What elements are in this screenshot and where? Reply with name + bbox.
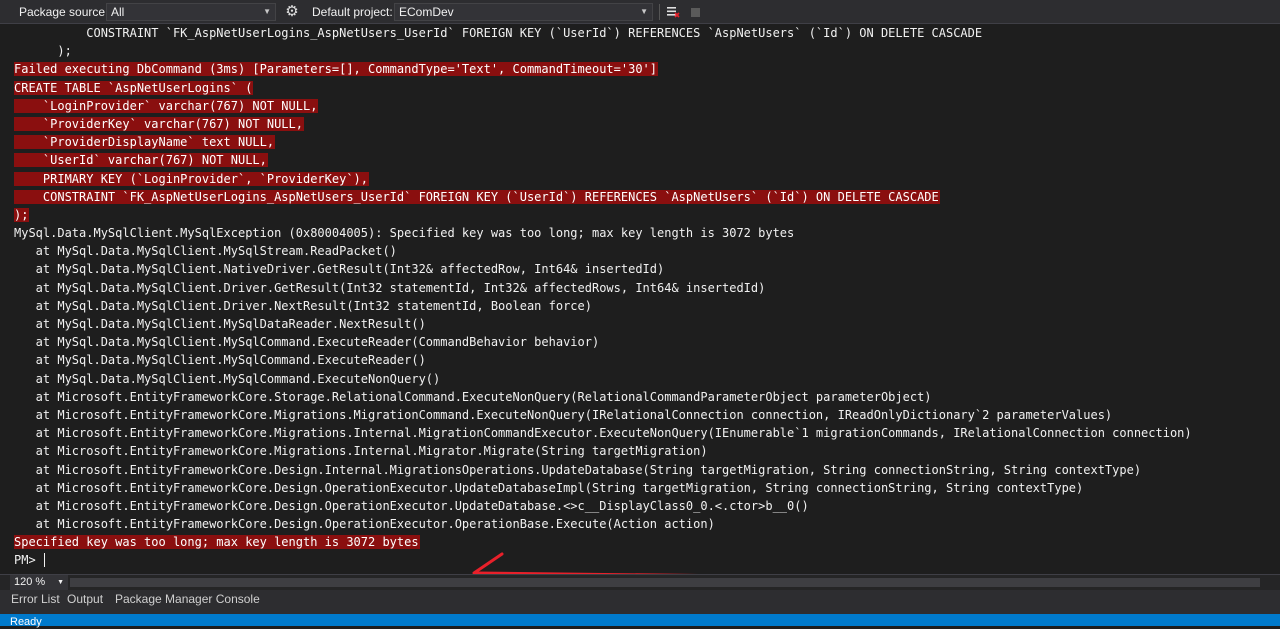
tab-package-manager-console[interactable]: Package Manager Console [115, 592, 260, 606]
error-text: CONSTRAINT `FK_AspNetUserLogins_AspNetUs… [14, 189, 940, 204]
console-text: at MySql.Data.MySqlClient.MySqlCommand.E… [14, 353, 426, 368]
package-source-label: Package source: [19, 5, 109, 19]
console-line: at MySql.Data.MySqlClient.MySqlStream.Re… [14, 242, 1266, 260]
console-line: at Microsoft.EntityFrameworkCore.Design.… [14, 515, 1266, 533]
console-text: at MySql.Data.MySqlClient.NativeDriver.G… [14, 262, 665, 277]
console-line: CREATE TABLE `AspNetUserLogins` ( [14, 79, 1266, 97]
console-line: CONSTRAINT `FK_AspNetUserLogins_AspNetUs… [14, 24, 1266, 42]
tab-output[interactable]: Output [67, 592, 103, 606]
stop-icon[interactable] [688, 2, 702, 22]
console-output[interactable]: CONSTRAINT `FK_AspNetUserLogins_AspNetUs… [0, 24, 1280, 594]
status-text: Ready [10, 616, 42, 628]
console-line: CONSTRAINT `FK_AspNetUserLogins_AspNetUs… [14, 188, 1266, 206]
tab-error-list[interactable]: Error List [11, 592, 60, 606]
console-text: at MySql.Data.MySqlClient.MySqlCommand.E… [14, 371, 441, 386]
console-line: at Microsoft.EntityFrameworkCore.Design.… [14, 497, 1266, 515]
zoom-dropdown[interactable]: 120 % ▼ [10, 575, 68, 590]
console-text: at MySql.Data.MySqlClient.Driver.GetResu… [14, 280, 766, 295]
package-source-value: All [111, 5, 125, 19]
status-bar: Ready [0, 614, 1280, 628]
console-line: at Microsoft.EntityFrameworkCore.Migrati… [14, 442, 1266, 460]
console-line: at MySql.Data.MySqlClient.MySqlCommand.E… [14, 370, 1266, 388]
console-text: at MySql.Data.MySqlClient.Driver.NextRes… [14, 298, 592, 313]
console-text: at Microsoft.EntityFrameworkCore.Migrati… [14, 407, 1113, 422]
console-text: at Microsoft.EntityFrameworkCore.Design.… [14, 517, 715, 532]
console-text: MySql.Data.MySqlClient.MySqlException (0… [14, 226, 795, 241]
console-text: at Microsoft.EntityFrameworkCore.Migrati… [14, 426, 1192, 441]
console-gutter [0, 24, 9, 574]
console-line: `ProviderDisplayName` text NULL, [14, 133, 1266, 151]
default-project-dropdown[interactable]: EComDev ▼ [394, 3, 653, 21]
console-line: Specified key was too long; max key leng… [14, 533, 1266, 551]
console-line: Failed executing DbCommand (3ms) [Parame… [14, 60, 1266, 78]
toolbar-separator [659, 4, 660, 20]
error-text: Specified key was too long; max key leng… [14, 535, 420, 550]
console-line: MySql.Data.MySqlClient.MySqlException (0… [14, 224, 1266, 242]
error-text: Failed executing DbCommand (3ms) [Parame… [14, 62, 658, 77]
error-text: CREATE TABLE `AspNetUserLogins` ( [14, 80, 254, 95]
console-text: ); [14, 44, 72, 59]
clear-console-icon[interactable] [664, 2, 682, 22]
chevron-down-icon: ▼ [640, 7, 648, 16]
error-text: `UserId` varchar(767) NOT NULL, [14, 153, 268, 168]
console-text: at Microsoft.EntityFrameworkCore.Migrati… [14, 444, 708, 459]
console-text: at MySql.Data.MySqlClient.MySqlCommand.E… [14, 335, 600, 350]
console-line: at MySql.Data.MySqlClient.NativeDriver.G… [14, 260, 1266, 278]
console-line: at Microsoft.EntityFrameworkCore.Migrati… [14, 406, 1266, 424]
error-text: `ProviderDisplayName` text NULL, [14, 135, 276, 150]
error-text: PRIMARY KEY (`LoginProvider`, `ProviderK… [14, 171, 370, 186]
console-text: at MySql.Data.MySqlClient.MySqlDataReade… [14, 317, 426, 331]
gear-icon[interactable]: ⚙ [283, 2, 301, 22]
default-project-value: EComDev [399, 5, 454, 19]
bottom-tool-tabs: Error List Output Package Manager Consol… [0, 590, 1280, 614]
console-text: at Microsoft.EntityFrameworkCore.Design.… [14, 498, 809, 513]
horizontal-scrollbar[interactable] [70, 578, 1260, 587]
console-text: CONSTRAINT `FK_AspNetUserLogins_AspNetUs… [14, 26, 983, 40]
console-line: at Microsoft.EntityFrameworkCore.Design.… [14, 461, 1266, 479]
console-line: at Microsoft.EntityFrameworkCore.Storage… [14, 388, 1266, 406]
chevron-down-icon: ▼ [263, 7, 271, 16]
chevron-down-icon: ▼ [57, 579, 64, 586]
zoom-value: 120 % [14, 576, 46, 588]
console-text: at Microsoft.EntityFrameworkCore.Design.… [14, 462, 1142, 477]
error-text: ); [14, 207, 30, 222]
console-line: PRIMARY KEY (`LoginProvider`, `ProviderK… [14, 170, 1266, 188]
console-line: at Microsoft.EntityFrameworkCore.Design.… [14, 479, 1266, 497]
console-text: at MySql.Data.MySqlClient.MySqlStream.Re… [14, 244, 397, 259]
console-line: ); [14, 42, 1266, 60]
console-line: at MySql.Data.MySqlClient.MySqlCommand.E… [14, 333, 1266, 351]
console-line: `LoginProvider` varchar(767) NOT NULL, [14, 97, 1266, 115]
text-cursor [43, 553, 45, 568]
console-line: `ProviderKey` varchar(767) NOT NULL, [14, 115, 1266, 133]
console-line: ); [14, 206, 1266, 224]
console-toolbar: Package source: All ▼ ⚙ Default project:… [0, 0, 1280, 24]
console-lines: CONSTRAINT `FK_AspNetUserLogins_AspNetUs… [14, 24, 1266, 570]
default-project-label: Default project: [312, 5, 393, 19]
vertical-scrollbar[interactable] [1266, 24, 1280, 574]
console-line: at MySql.Data.MySqlClient.MySqlCommand.E… [14, 351, 1266, 369]
console-line: at MySql.Data.MySqlClient.Driver.GetResu… [14, 279, 1266, 297]
console-line: `UserId` varchar(767) NOT NULL, [14, 151, 1266, 169]
console-line: at MySql.Data.MySqlClient.MySqlDataReade… [14, 315, 1266, 333]
console-line: at MySql.Data.MySqlClient.Driver.NextRes… [14, 297, 1266, 315]
zoom-bar: 120 % ▼ [0, 574, 1280, 590]
error-text: `ProviderKey` varchar(767) NOT NULL, [14, 116, 304, 131]
console-text: at Microsoft.EntityFrameworkCore.Design.… [14, 480, 1084, 495]
console-text: at Microsoft.EntityFrameworkCore.Storage… [14, 389, 932, 404]
console-text: PM> [14, 553, 43, 568]
package-source-dropdown[interactable]: All ▼ [106, 3, 276, 21]
console-line: at Microsoft.EntityFrameworkCore.Migrati… [14, 424, 1266, 442]
error-text: `LoginProvider` varchar(767) NOT NULL, [14, 98, 319, 113]
